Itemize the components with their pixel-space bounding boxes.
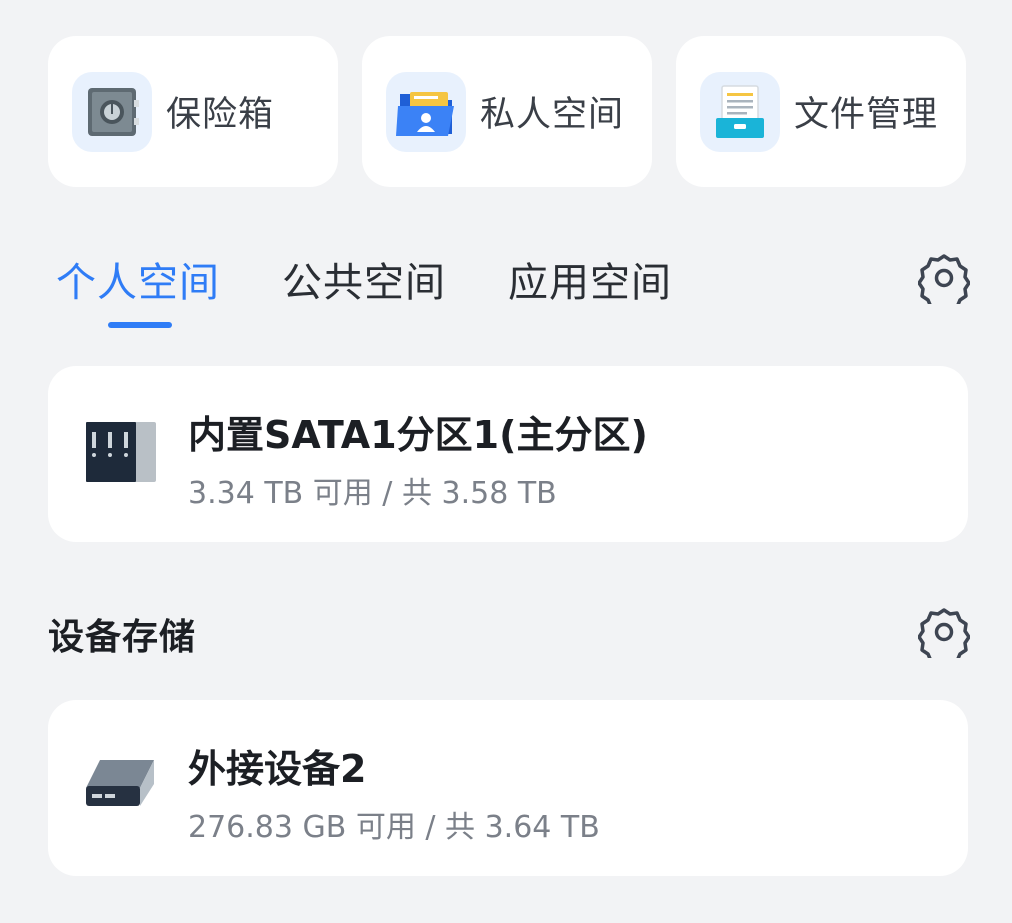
personal-storage-card[interactable]: 内置SATA1分区1(主分区) 3.34 TB 可用 / 共 3.58 TB: [48, 366, 968, 542]
device-storage-settings-gear-icon[interactable]: [917, 606, 971, 666]
external-drive-icon: [86, 756, 158, 816]
external-device-card[interactable]: 外接设备2 276.83 GB 可用 / 共 3.64 TB: [48, 700, 968, 876]
file-manager-icon: [700, 71, 780, 152]
file-manager-card[interactable]: 文件管理: [676, 36, 966, 187]
tab-personal-space[interactable]: 个人空间: [56, 250, 220, 308]
active-tab-indicator: [108, 322, 172, 328]
device-title: 外接设备2: [188, 747, 367, 791]
space-tabs: 个人空间 公共空间 应用空间: [56, 250, 672, 308]
device-storage-heading: 设备存储: [48, 617, 197, 658]
safe-icon: [72, 71, 152, 152]
private-space-label: 私人空间: [480, 95, 625, 135]
safe-box-card[interactable]: 保险箱: [48, 36, 338, 187]
private-space-card[interactable]: 私人空间: [362, 36, 652, 187]
storage-title: 内置SATA1分区1(主分区): [188, 413, 648, 457]
device-usage: 276.83 GB 可用 / 共 3.64 TB: [188, 810, 600, 845]
file-manager-label: 文件管理: [794, 95, 939, 135]
server-disk-icon: [86, 422, 156, 488]
quick-access-row: 保险箱 私人空间 文件管理: [48, 36, 966, 187]
safe-box-label: 保险箱: [166, 95, 275, 135]
tab-public-space[interactable]: 公共空间: [282, 250, 446, 308]
tab-app-space[interactable]: 应用空间: [508, 250, 672, 308]
private-folder-icon: [386, 71, 466, 152]
space-settings-gear-icon[interactable]: [917, 252, 971, 312]
storage-usage: 3.34 TB 可用 / 共 3.58 TB: [188, 476, 557, 511]
